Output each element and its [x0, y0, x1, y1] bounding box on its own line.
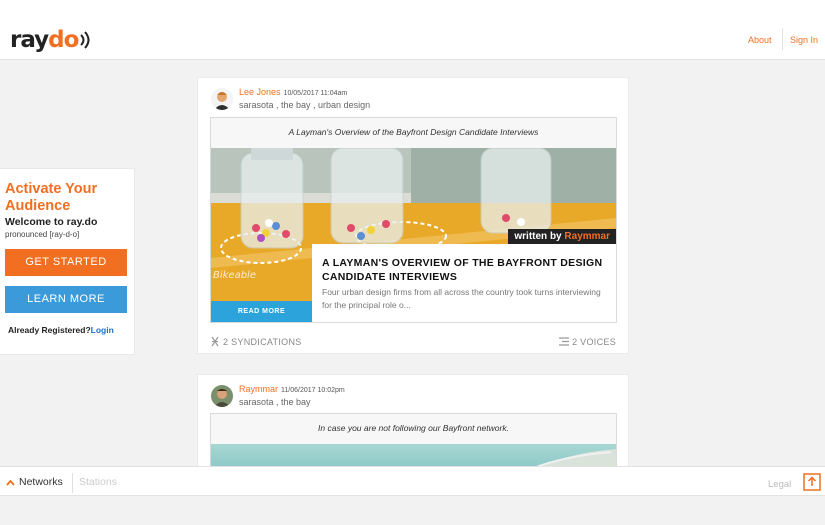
- signal-waves-icon: [80, 31, 90, 49]
- article-title[interactable]: A LAYMAN'S OVERVIEW OF THE BAYFRONT DESI…: [322, 256, 607, 284]
- feed-card: Lee Jones 10/05/2017 11:04am sarasota , t…: [197, 77, 629, 354]
- legal-link[interactable]: Legal: [768, 479, 791, 490]
- syndications-count[interactable]: 2 SYNDICATIONS: [210, 336, 302, 347]
- written-by-label: written by Raymmar: [508, 229, 616, 244]
- post-author: Lee Jones 10/05/2017 11:04am: [239, 87, 347, 97]
- login-link[interactable]: Login: [91, 325, 114, 335]
- networks-toggle[interactable]: Networks: [6, 476, 63, 488]
- voices-count[interactable]: 2 VOICES: [559, 336, 616, 347]
- avatar[interactable]: [211, 88, 233, 110]
- chevron-up-icon: [6, 479, 15, 486]
- post-timestamp: 10/05/2017 11:04am: [283, 90, 348, 97]
- nav-sign-in-link[interactable]: Sign In: [790, 35, 818, 45]
- embed-caption: A Layman's Overview of the Bayfront Desi…: [211, 118, 616, 149]
- cta-headline: Activate Your Audience: [5, 181, 98, 214]
- logo-wordmark: raydo: [10, 27, 79, 53]
- get-started-button[interactable]: GET STARTED: [5, 249, 127, 276]
- post-timestamp: 11/06/2017 10:02pm: [281, 387, 345, 394]
- bottom-divider: [72, 473, 73, 493]
- already-registered-text: Already Registered?Login: [8, 325, 114, 335]
- cta-welcome: Welcome to ray.do: [5, 216, 98, 228]
- read-more-button[interactable]: READ MORE: [211, 301, 312, 322]
- syndication-icon: [211, 336, 219, 347]
- post-tags[interactable]: sarasota , the bay , urban design: [239, 100, 370, 110]
- bottom-bar: Networks Stations Legal: [0, 466, 825, 496]
- upload-icon[interactable]: [803, 473, 821, 491]
- article-embed[interactable]: A Layman's Overview of the Bayfront Desi…: [210, 117, 617, 323]
- article-image[interactable]: Bikeable written by Raymmar A LAYMAN'S O…: [211, 148, 616, 322]
- article-summary[interactable]: A LAYMAN'S OVERVIEW OF THE BAYFRONT DESI…: [312, 244, 616, 322]
- feed-card: Raymmar 11/06/2017 10:02pm sarasota , the…: [197, 374, 629, 469]
- author-name[interactable]: Lee Jones: [239, 87, 281, 97]
- learn-more-button[interactable]: LEARN MORE: [5, 286, 127, 313]
- post-author: Raymmar 11/06/2017 10:02pm: [239, 384, 345, 394]
- avatar[interactable]: [211, 385, 233, 407]
- activate-audience-panel: Activate Your Audience Welcome to ray.do…: [0, 168, 135, 355]
- stations-tab[interactable]: Stations: [79, 476, 117, 488]
- top-header: raydo About Sign In: [0, 0, 825, 60]
- author-name[interactable]: Raymmar: [239, 384, 278, 394]
- post-tags[interactable]: sarasota , the bay: [239, 397, 311, 407]
- nav-divider: [782, 28, 783, 50]
- article-description: Four urban design firms from all across …: [322, 287, 601, 310]
- raydo-logo[interactable]: raydo: [10, 28, 93, 52]
- article-embed[interactable]: In case you are not following our Bayfro…: [210, 413, 617, 468]
- svg-text:Bikeable: Bikeable: [213, 270, 256, 281]
- cta-pronunciation: pronounced [ray-d-o]: [5, 230, 80, 239]
- nav-about-link[interactable]: About: [748, 35, 772, 45]
- embed-caption: In case you are not following our Bayfro…: [211, 414, 616, 445]
- voices-icon: [559, 337, 570, 346]
